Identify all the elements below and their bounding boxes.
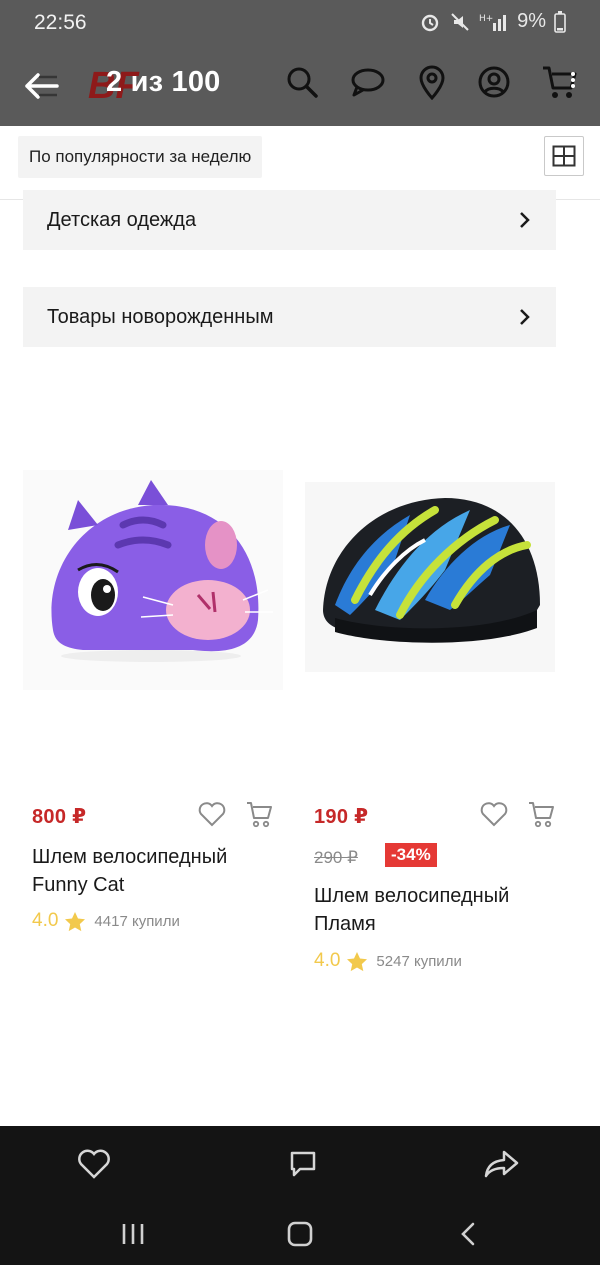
location-button[interactable] [412,62,452,102]
category-row-kids-clothing[interactable]: Детская одежда [23,190,556,250]
sort-button[interactable]: По популярности за неделю [18,136,263,178]
search-icon [287,67,318,98]
system-back-button[interactable] [448,1216,488,1252]
cart-icon [247,802,272,828]
status-bar: 22:56 H+ 9% [0,0,600,46]
share-icon [484,1150,519,1178]
cart-button[interactable] [540,62,580,102]
product-rating: 4.0 5247 купили [314,950,462,972]
rating-value: 4.0 [32,910,59,931]
product-price: 800 ₽ [32,806,87,828]
home-button[interactable] [280,1216,320,1252]
search-button[interactable] [282,62,322,102]
add-to-cart-button[interactable] [526,798,558,830]
svg-text:H+: H+ [479,14,493,24]
category-label: Детская одежда [47,208,197,231]
cart-icon [543,66,577,98]
favorite-button[interactable] [478,798,510,830]
product-title[interactable]: Шлем велосипедный Пламя [314,882,554,938]
product-price: 190 ₽ [314,806,369,828]
product-image-cat-helmet[interactable] [23,470,283,690]
bottom-action-bar [0,1126,600,1204]
account-button[interactable] [474,62,514,102]
recent-apps-icon [122,1224,144,1244]
battery-percent: 9% [517,10,546,32]
favorite-button[interactable] [196,798,228,830]
old-price: 290 ₽ [314,848,358,867]
filter-row: По популярности за неделю [0,126,600,200]
discount-badge: -34% [385,843,437,867]
back-arrow-icon [25,73,59,99]
category-label: Товары новорожденным [47,305,274,328]
star-icon [65,911,86,931]
battery-icon [554,10,566,33]
chevron-right-icon [520,309,530,325]
location-pin-icon [419,65,445,100]
app-header: BF 2 из 100 [0,46,600,126]
heart-icon [198,802,226,827]
alarm-icon [421,14,439,31]
product-title[interactable]: Шлем велосипедный Funny Cat [32,843,272,899]
category-row-newborn[interactable]: Товары новорожденным [23,287,556,347]
add-to-cart-button[interactable] [244,798,276,830]
result-counter: 2 из 100 [106,66,221,98]
grid-icon [552,145,576,167]
status-icons: H+ 9% [419,10,566,33]
mute-icon [451,12,469,31]
rating-value: 4.0 [314,950,341,971]
chat-icon [351,68,385,97]
signal-icon: H+ [479,14,507,31]
cart-icon [529,802,554,828]
view-toggle-button[interactable] [544,136,584,176]
heart-icon [480,802,508,827]
product-image-flame-helmet[interactable] [305,470,565,690]
status-time: 22:56 [34,11,87,34]
chevron-right-icon [520,212,530,228]
chat-icon [290,1151,316,1177]
account-icon [478,66,510,98]
buyers-count: 5247 купили [376,952,462,970]
star-icon [347,951,368,971]
share-button[interactable] [482,1144,522,1184]
chat-button[interactable] [348,62,388,102]
back-icon [461,1222,475,1246]
favorites-button[interactable] [74,1144,114,1184]
product-rating: 4.0 4417 купили [32,910,180,932]
home-icon [287,1221,313,1247]
recent-apps-button[interactable] [113,1216,153,1252]
back-button[interactable] [20,66,64,106]
messages-button[interactable] [283,1144,323,1184]
heart-icon [78,1149,110,1179]
system-nav-bar [0,1204,600,1265]
buyers-count: 4417 купили [94,912,180,930]
